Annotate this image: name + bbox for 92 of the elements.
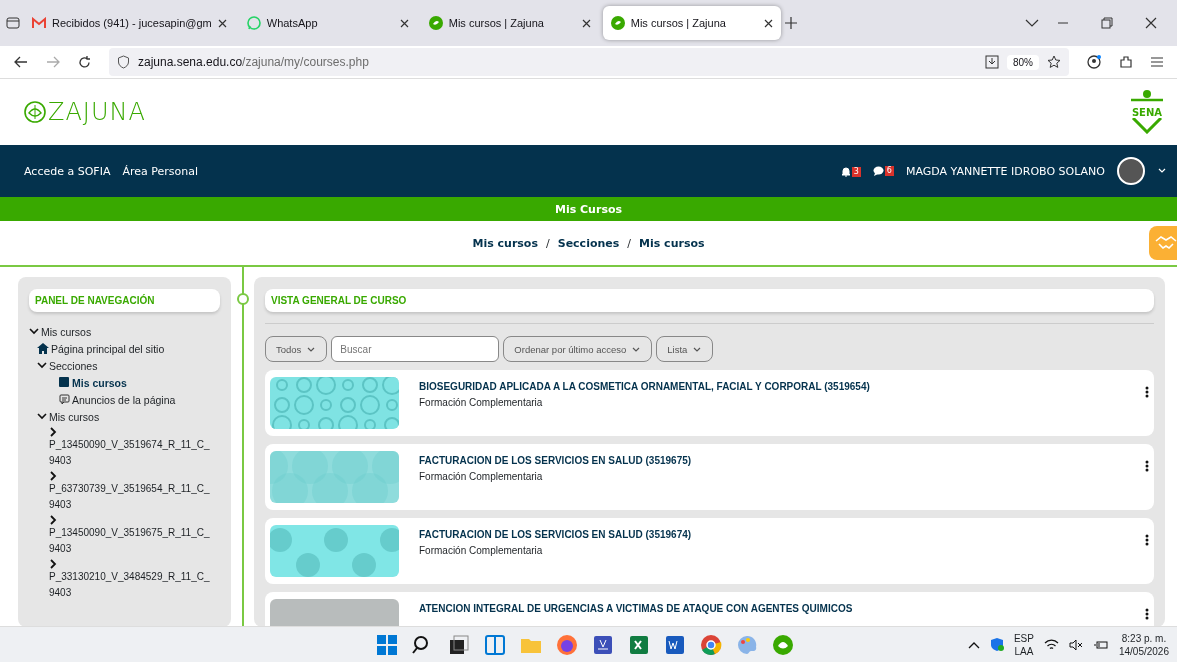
speaker-muted-icon[interactable] (1068, 638, 1084, 651)
tree-item[interactable]: Secciones (37, 358, 220, 375)
shield-icon[interactable] (989, 637, 1004, 652)
star-icon[interactable] (1047, 55, 1061, 69)
home-icon (37, 343, 49, 354)
pattern-thumbnail[interactable] (270, 377, 399, 429)
tree-item[interactable]: Mis cursos (37, 409, 220, 426)
message-count: 6 (884, 166, 894, 176)
more-options-icon[interactable] (1145, 386, 1149, 398)
course-title-link[interactable]: ATENCION INTEGRAL DE URGENCIAS A VICTIMAS DE ATAQUE CON AGENTES QUIMICOS (419, 603, 853, 614)
close-icon[interactable] (217, 18, 227, 28)
course-title-link[interactable]: FACTURACION DE LOS SERVICIOS EN SALUD (3519675) (419, 455, 692, 466)
nav-link[interactable]: Accede a SOFIA (24, 164, 111, 178)
close-icon[interactable] (581, 18, 591, 28)
more-options-icon[interactable] (1145, 534, 1149, 546)
breadcrumb-separator: / (545, 236, 551, 250)
pattern-thumbnail[interactable] (270, 451, 399, 503)
view-dropdown[interactable]: Lista (656, 336, 714, 362)
zoom-level-button[interactable]: 80% (1007, 54, 1039, 70)
chat-bubble-icon (246, 16, 261, 30)
tree-item[interactable]: Página principal del sitio (37, 341, 220, 358)
panel-title: PANEL DE NAVEGACIÓN (29, 289, 220, 312)
more-options-icon[interactable] (1145, 608, 1149, 620)
url-text: zajuna.sena.edu.co/zajuna/my/courses.php (138, 55, 369, 69)
clock[interactable]: 8:23 p. m. 14/05/2026 (1118, 631, 1169, 658)
chrome-browser-icon[interactable] (700, 633, 722, 656)
tree-item[interactable]: Mis cursos (45, 375, 220, 392)
search-field[interactable]: Buscar (331, 336, 500, 362)
menu-icon[interactable] (1151, 56, 1163, 68)
filter-dropdown[interactable]: Todos (265, 336, 328, 362)
reload-icon[interactable] (78, 55, 91, 69)
breadcrumb-link[interactable]: Mis cursos (472, 236, 538, 250)
close-icon[interactable] (1145, 17, 1157, 29)
tree-item[interactable]: Mis cursos (29, 324, 220, 341)
chevron-down-icon[interactable] (1025, 18, 1039, 28)
wifi-icon[interactable] (1043, 638, 1059, 651)
forum-icon (59, 394, 70, 405)
course-category: Formación Complementaria (419, 471, 544, 482)
square-icon (59, 377, 70, 388)
mail-icon (32, 17, 46, 29)
browser-tab[interactable]: WhatsApp (238, 6, 417, 40)
back-arrow-icon[interactable] (14, 56, 28, 68)
pattern-thumbnail[interactable] (270, 525, 399, 577)
course-category: Formación Complementaria (419, 397, 544, 408)
chevron-down-icon (631, 345, 642, 353)
course-tree-item[interactable]: P_13450090_V_3519675_R_11_C_9403 (45, 514, 220, 558)
shield-icon (117, 55, 130, 69)
browser-tab[interactable]: Mis cursos | Zajuna (420, 6, 599, 40)
task-view-icon[interactable] (448, 633, 470, 656)
breadcrumb-separator: / (626, 236, 632, 250)
close-icon[interactable] (399, 18, 409, 28)
more-options-icon[interactable] (1145, 460, 1149, 472)
nav-link[interactable]: Área Personal (122, 164, 198, 178)
course-title-link[interactable]: FACTURACION DE LOS SERVICIOS EN SALUD (3519674) (419, 529, 692, 540)
browser-tab[interactable]: Mis cursos | Zajuna (602, 6, 781, 40)
bell-icon[interactable] (840, 165, 851, 177)
course-category: Formación Complementaria (419, 545, 544, 556)
new-tab-icon[interactable] (784, 17, 797, 29)
widgets-icon[interactable] (484, 633, 506, 656)
breadcrumb-link[interactable]: Secciones (557, 236, 620, 250)
course-tree-item[interactable]: P_63730739_V_3519654_R_11_C_9403 (45, 470, 220, 514)
download-icon[interactable] (985, 55, 999, 69)
extensions-icon[interactable] (1119, 55, 1133, 69)
input-language-button[interactable]: ESP LAA (1013, 631, 1034, 658)
document-icon[interactable] (664, 633, 686, 656)
chevron-down-icon (306, 345, 317, 353)
battery-icon[interactable] (1093, 638, 1109, 651)
course-title-link[interactable]: BIOSEGURIDAD APLICADA A LA COSMETICA ORNAMENTAL, FACIAL Y CORPORAL (3519654) (419, 381, 870, 392)
restore-icon[interactable] (1101, 17, 1113, 29)
user-name[interactable]: MAGDA YANNETTE IDROBO SOLANO (905, 164, 1105, 178)
notification-count: 3 (851, 166, 861, 177)
breadcrumb-link[interactable]: Mis cursos (639, 236, 705, 250)
tab-list-icon[interactable] (6, 16, 20, 30)
speech-bubble-icon[interactable] (872, 166, 884, 176)
address-field[interactable]: zajuna.sena.edu.co/zajuna/my/courses.php 80% (109, 48, 1069, 76)
chevron-up-icon[interactable] (967, 640, 980, 649)
start-icon[interactable] (376, 633, 398, 656)
course-tree-item[interactable]: P_33130210_V_3484529_R_11_C_9403 (45, 558, 220, 602)
spreadsheet-icon[interactable] (628, 633, 650, 656)
account-icon[interactable] (1087, 55, 1101, 69)
tree-item[interactable]: Anuncios de la página (45, 392, 220, 409)
close-icon[interactable] (763, 18, 773, 28)
paint-palette-icon[interactable] (736, 633, 758, 656)
browser-tab[interactable]: Recibidos (941) - jucesapin@gm (24, 6, 235, 40)
course-tree-item[interactable]: P_13450090_V_3519674_R_11_C_9403 (45, 426, 220, 470)
caret-icon[interactable] (1157, 167, 1167, 175)
sort-dropdown[interactable]: Ordenar por último acceso (503, 336, 653, 362)
fox-browser-icon[interactable] (556, 633, 578, 656)
avatar[interactable] (1117, 157, 1145, 185)
panel-title: VISTA GENERAL DE CURSO (265, 289, 1154, 312)
page-title: Mis Cursos (0, 197, 1177, 221)
chevron-down-icon (692, 345, 703, 353)
